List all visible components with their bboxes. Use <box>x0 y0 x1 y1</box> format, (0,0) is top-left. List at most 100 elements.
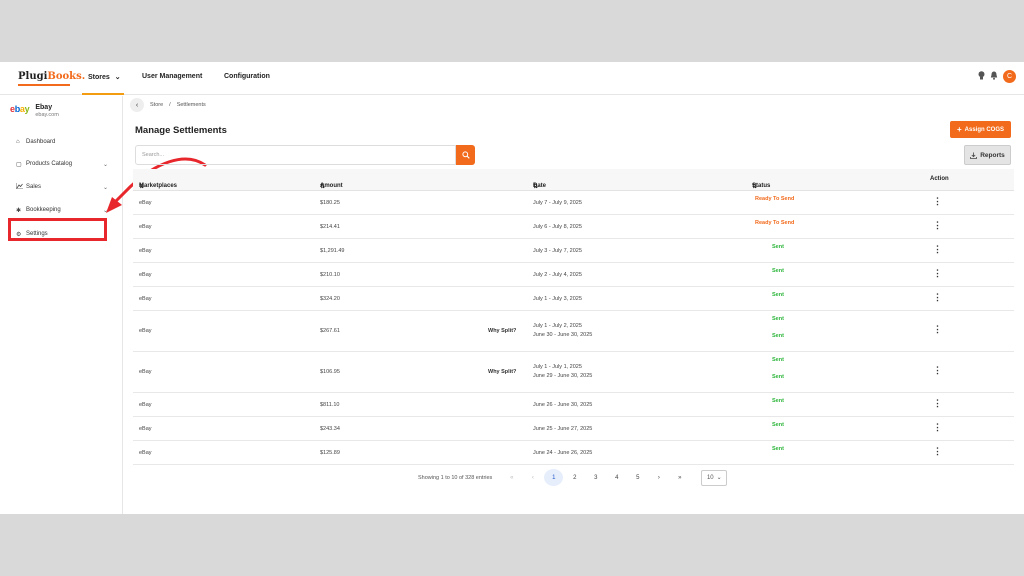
box-icon: ▢ <box>16 161 22 168</box>
chart-icon <box>15 183 26 191</box>
table-row: eBay $180.25 July 7 - July 9, 2025 Ready… <box>133 191 1014 215</box>
sidebar-item-products-catalog[interactable]: ▢ Products Catalog ⌄ <box>16 158 110 170</box>
page-button-3[interactable]: 3 <box>586 469 605 486</box>
cell-amount: $267.61 <box>320 328 340 334</box>
header-label: Marketplaces <box>139 183 178 189</box>
store-domain: ebay.com <box>35 112 59 118</box>
ebay-logo-icon: ebay <box>10 104 30 114</box>
nav-active-indicator <box>82 93 124 95</box>
cell-date: June 26 - June 30, 2025 <box>533 402 593 408</box>
more-vertical-icon[interactable]: ⋮ <box>933 325 942 334</box>
assign-cogs-button[interactable]: + Assign COGS <box>950 121 1011 138</box>
sort-icon: ⇅ <box>320 184 326 190</box>
app-logo[interactable]: PlugiBooks. <box>18 71 85 86</box>
more-vertical-icon[interactable]: ⋮ <box>933 423 942 432</box>
page-button-1[interactable]: 1 <box>544 469 564 486</box>
per-page-select[interactable]: 10 ⌄ <box>701 469 728 486</box>
sidebar-item-dashboard[interactable]: ⌂ Dashboard <box>16 136 110 148</box>
table-row: eBay $210.10 July 2 - July 4, 2025 Sent … <box>133 263 1014 287</box>
app-window: PlugiBooks. Stores ⌄ User Management Con… <box>0 62 1024 514</box>
cell-marketplace: eBay <box>139 248 152 254</box>
nav-stores-label: Stores <box>88 74 110 81</box>
prev-page-icon[interactable]: ‹ <box>523 469 542 486</box>
sort-icon: ⇅ <box>139 184 145 190</box>
page-button-4[interactable]: 4 <box>607 469 626 486</box>
page-button-2[interactable]: 2 <box>565 469 584 486</box>
more-vertical-icon[interactable]: ⋮ <box>933 245 942 254</box>
settlements-table: Marketplaces ⇅ Amount ⇅ Date ⇅ Status ⇅ … <box>133 169 1014 465</box>
more-vertical-icon[interactable]: ⋮ <box>933 197 942 206</box>
status-badge: Sent <box>772 316 784 322</box>
more-vertical-icon[interactable]: ⋮ <box>933 399 942 408</box>
page-title: Manage Settlements <box>135 125 227 136</box>
last-page-icon[interactable]: » <box>670 469 689 486</box>
cell-marketplace: eBay <box>139 426 152 432</box>
store-name: Ebay <box>35 104 53 111</box>
sidebar-item-label: Bookkeeping <box>26 207 61 213</box>
table-row: eBay $125.89 June 24 - June 26, 2025 Sen… <box>133 441 1014 465</box>
cell-date: July 1 - July 2, 2025 <box>533 323 582 329</box>
sidebar-item-sales[interactable]: Sales ⌄ <box>15 181 110 193</box>
cell-amount: $125.89 <box>320 450 340 456</box>
breadcrumb-store[interactable]: Store <box>150 102 163 108</box>
nav-configuration[interactable]: Configuration <box>224 73 270 80</box>
first-page-icon[interactable]: « <box>502 469 521 486</box>
cell-amount: $243.34 <box>320 426 340 432</box>
sidebar-item-bookkeeping[interactable]: ✱ Bookkeeping ⌄ <box>16 204 110 216</box>
nav-user-management[interactable]: User Management <box>142 73 202 80</box>
per-page-value: 10 <box>706 474 714 481</box>
page-button-5[interactable]: 5 <box>628 469 647 486</box>
cell-date: July 3 - July 7, 2025 <box>533 248 582 254</box>
back-button[interactable]: ‹ <box>130 98 144 112</box>
reports-button[interactable]: Reports <box>964 145 1011 165</box>
more-vertical-icon[interactable]: ⋮ <box>933 293 942 302</box>
search-icon <box>461 151 470 159</box>
more-vertical-icon[interactable]: ⋮ <box>933 366 942 375</box>
cell-marketplace: eBay <box>139 272 152 278</box>
search-input[interactable]: Search... <box>135 145 456 165</box>
cell-marketplace: eBay <box>139 224 152 230</box>
cell-amount: $180.25 <box>320 200 340 206</box>
more-vertical-icon[interactable]: ⋮ <box>933 447 942 456</box>
status-badge: Sent <box>772 244 784 250</box>
chevron-down-icon: ⌄ <box>716 475 722 481</box>
breadcrumb-current: Settlements <box>176 102 206 108</box>
store-switcher[interactable]: ebay Ebay ebay.com <box>10 104 59 118</box>
top-right-icons: C <box>978 70 1016 83</box>
sidebar-item-label: Sales <box>26 184 42 190</box>
more-vertical-icon[interactable]: ⋮ <box>933 221 942 230</box>
status-badge: Sent <box>772 268 784 274</box>
user-avatar[interactable]: C <box>1003 70 1016 83</box>
cell-date: July 1 - July 1, 2025 <box>533 364 582 370</box>
cell-amount: $1,291.49 <box>320 248 345 254</box>
pagination-summary: Showing 1 to 10 of 328 entries <box>418 474 493 481</box>
more-vertical-icon[interactable]: ⋮ <box>933 269 942 278</box>
next-page-icon[interactable]: › <box>649 469 668 486</box>
logo-underline <box>18 84 70 86</box>
sidebar-item-label: Products Catalog <box>26 161 73 167</box>
status-badge: Sent <box>772 292 784 298</box>
search-button[interactable] <box>456 145 475 165</box>
status-badge: Ready To Send <box>755 196 795 202</box>
cell-marketplace: eBay <box>139 450 152 456</box>
lightbulb-icon[interactable] <box>978 71 985 82</box>
status-badge: Sent <box>772 357 784 363</box>
header-action: Action <box>930 176 949 182</box>
status-badge: Sent <box>772 446 784 452</box>
cell-marketplace: eBay <box>139 328 152 334</box>
cell-date: July 6 - July 8, 2025 <box>533 224 582 230</box>
nav-stores[interactable]: Stores ⌄ <box>88 73 121 81</box>
cell-date: July 7 - July 9, 2025 <box>533 200 582 206</box>
logo-text-main: Plugi <box>18 71 48 82</box>
cell-marketplace: eBay <box>139 369 152 375</box>
bell-icon[interactable] <box>990 71 998 82</box>
why-split-link[interactable]: Why Split? <box>488 328 516 334</box>
why-split-link[interactable]: Why Split? <box>488 369 516 375</box>
cell-amount: $210.10 <box>320 272 340 278</box>
table-row: eBay $267.61 Why Split? July 1 - July 2,… <box>133 311 1014 352</box>
breadcrumb-separator: / <box>169 102 171 108</box>
cell-date: July 2 - July 4, 2025 <box>533 272 582 278</box>
assign-cogs-label: Assign COGS <box>964 126 1004 133</box>
cell-marketplace: eBay <box>139 200 152 206</box>
status-badge: Sent <box>772 374 784 380</box>
